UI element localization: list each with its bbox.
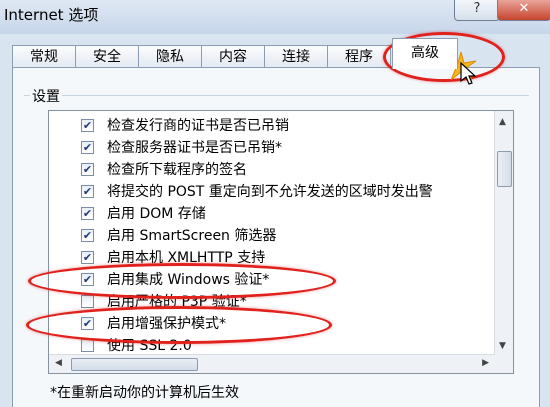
vertical-scrollbar[interactable]: ▲ ▼ — [494, 111, 513, 355]
list-item-label: 启用本机 XMLHTTP 支持 — [107, 250, 266, 266]
checkbox[interactable]: ✔ — [81, 207, 94, 220]
checkbox[interactable]: ✔ — [81, 141, 94, 154]
settings-rows: ✔ 检查发行商的证书是否已吊销 ✔ 检查服务器证书是否已吊销* ✔ 检查所下载程序的签名 ✔… — [49, 115, 495, 373]
scroll-up-icon[interactable]: ▲ — [499, 117, 506, 127]
list-item-label: 启用 DOM 存储 — [107, 206, 206, 222]
list-item[interactable]: ✔ 启用 DOM 存储 — [49, 203, 495, 225]
list-item-label: 启用增强保护模式* — [107, 316, 226, 332]
title-bar: Internet 选项 ? ✕ — [0, 0, 550, 34]
list-item[interactable]: ✔ 启用集成 Windows 验证* — [49, 269, 495, 291]
vertical-scroll-thumb[interactable] — [497, 151, 512, 187]
checkbox[interactable]: ✔ — [81, 185, 94, 198]
tab-general[interactable]: 常规 — [12, 45, 76, 68]
tab-security[interactable]: 安全 — [75, 45, 139, 68]
scrollbar-corner — [495, 355, 513, 373]
tab-connections[interactable]: 连接 — [264, 45, 328, 68]
list-item-label: 检查所下载程序的签名 — [107, 162, 247, 178]
tab-advanced[interactable]: 高级 — [392, 38, 458, 69]
settings-list[interactable]: ✔ 检查发行商的证书是否已吊销 ✔ 检查服务器证书是否已吊销* ✔ 检查所下载程序的签名 ✔… — [48, 110, 514, 374]
settings-group-label: 设置 — [30, 86, 62, 106]
list-item[interactable]: ✔ 检查所下载程序的签名 — [49, 159, 495, 181]
restart-footnote: *在重新启动你的计算机后生效 — [50, 385, 239, 401]
checkbox[interactable]: ✔ — [81, 119, 94, 132]
list-item[interactable]: ✔ 启用本机 XMLHTTP 支持 — [49, 247, 495, 269]
list-item[interactable]: ✔ 将提交的 POST 重定向到不允许发送的区域时发出警 — [49, 181, 495, 203]
checkbox[interactable]: ✔ — [81, 273, 94, 286]
checkbox[interactable] — [81, 339, 94, 352]
checkbox[interactable]: ✔ — [81, 163, 94, 176]
scroll-right-icon[interactable]: ▶ — [482, 358, 489, 368]
list-item[interactable]: ✔ 启用 SmartScreen 筛选器 — [49, 225, 495, 247]
help-button[interactable]: ? — [454, 0, 500, 21]
window-title: Internet 选项 — [4, 6, 99, 24]
list-item-label: 将提交的 POST 重定向到不允许发送的区域时发出警 — [107, 184, 433, 200]
tab-strip: 常规 安全 隐私 内容 连接 程序 高级 — [12, 38, 542, 69]
list-item-label: 启用严格的 P3P 验证* — [107, 294, 247, 310]
tab-privacy[interactable]: 隐私 — [138, 45, 202, 68]
list-item[interactable]: 启用严格的 P3P 验证* — [49, 291, 495, 313]
list-item[interactable]: ✔ 检查发行商的证书是否已吊销 — [49, 115, 495, 137]
tab-content[interactable]: 内容 — [201, 45, 265, 68]
group-divider — [24, 95, 529, 96]
list-item-label: 启用集成 Windows 验证* — [107, 272, 270, 288]
checkbox[interactable]: ✔ — [81, 317, 94, 330]
list-item-label: 启用 SmartScreen 筛选器 — [107, 228, 277, 244]
scroll-down-icon[interactable]: ▼ — [499, 341, 506, 351]
checkbox[interactable]: ✔ — [81, 229, 94, 242]
tab-programs[interactable]: 程序 — [327, 45, 391, 68]
checkbox[interactable]: ✔ — [81, 251, 94, 264]
scroll-left-icon[interactable]: ◀ — [55, 358, 62, 368]
close-button[interactable]: ✕ — [497, 0, 550, 21]
list-item-label: 检查服务器证书是否已吊销* — [107, 140, 282, 156]
checkbox[interactable] — [81, 295, 94, 308]
horizontal-scroll-thumb[interactable] — [71, 358, 198, 371]
horizontal-scrollbar[interactable]: ◀ ▶ — [49, 354, 495, 373]
list-item-label: 检查发行商的证书是否已吊销 — [107, 118, 289, 134]
list-item[interactable]: ✔ 启用增强保护模式* — [49, 313, 495, 335]
list-item[interactable]: ✔ 检查服务器证书是否已吊销* — [49, 137, 495, 159]
